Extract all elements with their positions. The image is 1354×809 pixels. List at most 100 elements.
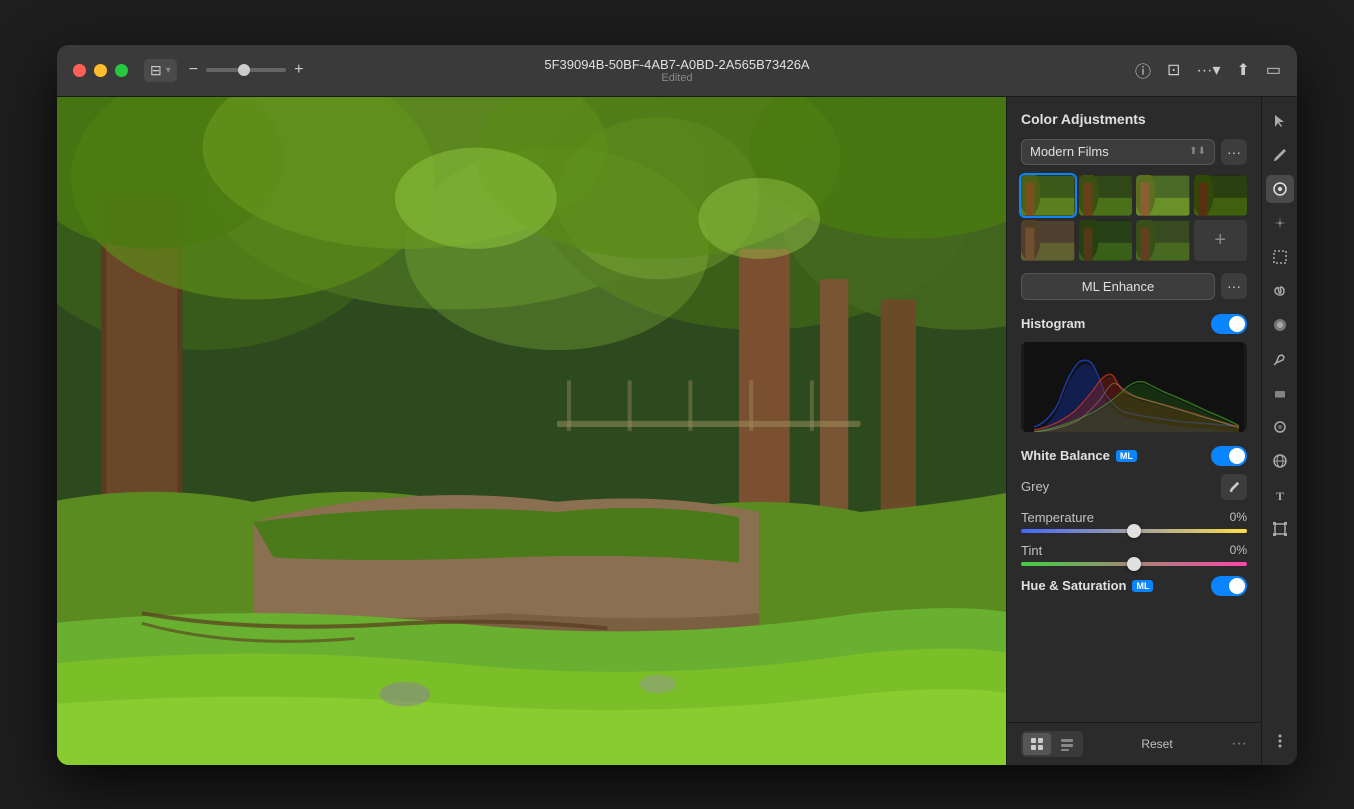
crop-icon[interactable]: ⊡: [1167, 60, 1180, 80]
preset-more-button[interactable]: ···: [1221, 139, 1247, 165]
white-balance-title-row: White Balance ML: [1021, 448, 1137, 463]
white-balance-header: White Balance ML: [1021, 446, 1247, 466]
grey-row: Grey: [1021, 474, 1247, 500]
tint-label: Tint: [1021, 543, 1042, 558]
grid-view-icon: [1030, 737, 1044, 751]
eyedropper-button[interactable]: [1221, 474, 1247, 500]
color-fill-tool[interactable]: [1266, 311, 1294, 339]
file-title: 5F39094B-50BF-4AB7-A0BD-2A565B73426A: [544, 57, 809, 72]
adjustments-panel: Color Adjustments Modern Films ⬆⬇ ···: [1006, 97, 1261, 765]
ml-enhance-more-button[interactable]: ···: [1221, 273, 1247, 299]
transform-tool[interactable]: [1266, 515, 1294, 543]
hue-sat-header: Hue & Saturation ML: [1021, 576, 1247, 596]
pen-tool[interactable]: [1266, 345, 1294, 373]
more-tools-button[interactable]: [1266, 727, 1294, 755]
grid-view-button[interactable]: [1023, 733, 1051, 755]
preset-dropdown[interactable]: Modern Films ⬆⬇: [1021, 139, 1215, 165]
grey-label: Grey: [1021, 479, 1049, 494]
svg-text:T: T: [1276, 489, 1284, 503]
zoom-controls: − +: [189, 61, 304, 79]
preset-thumb-5[interactable]: [1021, 220, 1075, 261]
tint-label-row: Tint 0%: [1021, 543, 1247, 558]
sidebar-right-icon[interactable]: ▭: [1266, 60, 1281, 80]
minimize-button[interactable]: [94, 64, 107, 77]
preset-thumb-1[interactable]: [1021, 175, 1075, 216]
more-actions-icon[interactable]: ···▾: [1196, 60, 1220, 80]
preset-add-button[interactable]: +: [1194, 220, 1248, 261]
marquee-tool[interactable]: [1266, 243, 1294, 271]
hue-saturation-section: Hue & Saturation ML: [1021, 576, 1247, 596]
preset-thumb-4[interactable]: [1194, 175, 1248, 216]
adjustments-content: Color Adjustments Modern Films ⬆⬇ ···: [1007, 97, 1261, 722]
zoom-slider[interactable]: [206, 68, 286, 72]
cursor-tool[interactable]: [1266, 107, 1294, 135]
share-icon[interactable]: ⬆: [1236, 60, 1249, 80]
tint-track[interactable]: [1021, 562, 1247, 566]
temperature-value: 0%: [1230, 510, 1247, 524]
preset-thumb-2[interactable]: [1079, 175, 1133, 216]
zoom-in-button[interactable]: +: [294, 61, 303, 79]
histogram-container: [1021, 342, 1247, 432]
photo-area: [57, 97, 1006, 765]
eraser-tool[interactable]: [1266, 379, 1294, 407]
hue-sat-left: Hue & Saturation ML: [1021, 578, 1153, 593]
white-balance-title: White Balance: [1021, 448, 1110, 463]
histogram-title: Histogram: [1021, 316, 1085, 331]
close-button[interactable]: [73, 64, 86, 77]
temperature-track[interactable]: [1021, 529, 1247, 533]
tint-row: Tint 0%: [1021, 543, 1247, 566]
panel-bottom: Reset ···: [1007, 722, 1261, 765]
tint-value: 0%: [1230, 543, 1247, 557]
main-content: Color Adjustments Modern Films ⬆⬇ ···: [57, 97, 1297, 765]
preset-thumb-6[interactable]: [1079, 220, 1133, 261]
fullscreen-button[interactable]: [115, 64, 128, 77]
list-view-button[interactable]: [1053, 733, 1081, 755]
white-balance-toggle[interactable]: [1211, 446, 1247, 466]
photo-canvas: [57, 97, 1006, 765]
panel-title: Color Adjustments: [1021, 111, 1247, 127]
file-subtitle: Edited: [544, 72, 809, 84]
temperature-row: Temperature 0%: [1021, 510, 1247, 533]
chevron-down-icon: ▾: [166, 65, 171, 76]
temperature-label: Temperature: [1021, 510, 1094, 525]
hue-sat-title: Hue & Saturation: [1021, 578, 1126, 593]
preset-selected-label: Modern Films: [1030, 144, 1109, 159]
histogram-graph: [1021, 342, 1247, 432]
text-tool[interactable]: T: [1266, 481, 1294, 509]
histogram-section: Histogram: [1021, 314, 1247, 432]
circle-tool[interactable]: [1266, 175, 1294, 203]
eyedropper-icon: [1228, 480, 1241, 493]
temperature-label-row: Temperature 0%: [1021, 510, 1247, 525]
info-icon[interactable]: ⓘ: [1135, 58, 1151, 82]
lasso-tool[interactable]: [1266, 277, 1294, 305]
tint-thumb[interactable]: [1127, 557, 1141, 571]
white-balance-ml-badge: ML: [1116, 450, 1137, 462]
preset-thumb-7[interactable]: [1136, 220, 1190, 261]
sparkle-tool[interactable]: [1266, 209, 1294, 237]
preset-thumb-3[interactable]: [1136, 175, 1190, 216]
zoom-out-button[interactable]: −: [189, 61, 198, 79]
list-view-icon: [1060, 737, 1074, 751]
titlebar-right: ⓘ ⊡ ···▾ ⬆ ▭: [1135, 58, 1281, 82]
titlebar-center: 5F39094B-50BF-4AB7-A0BD-2A565B73426A Edi…: [544, 57, 809, 84]
hue-sat-ml-badge: ML: [1132, 580, 1153, 592]
preset-selector: Modern Films ⬆⬇ ···: [1021, 139, 1247, 165]
titlebar: ⊟ ▾ − + 5F39094B-50BF-4AB7-A0BD-2A565B73…: [57, 45, 1297, 97]
globe-tool[interactable]: [1266, 447, 1294, 475]
right-toolbar: T: [1261, 97, 1297, 765]
sidebar-toggle[interactable]: ⊟ ▾: [144, 59, 177, 82]
more-options-button[interactable]: ···: [1231, 735, 1247, 753]
hue-sat-toggle[interactable]: [1211, 576, 1247, 596]
traffic-lights: [73, 64, 128, 77]
app-window: ⊟ ▾ − + 5F39094B-50BF-4AB7-A0BD-2A565B73…: [57, 45, 1297, 765]
histogram-toggle[interactable]: [1211, 314, 1247, 334]
ml-enhance-button[interactable]: ML Enhance: [1021, 273, 1215, 300]
white-balance-section: White Balance ML Grey: [1021, 446, 1247, 566]
brush-tool[interactable]: [1266, 141, 1294, 169]
temperature-thumb[interactable]: [1127, 524, 1141, 538]
histogram-header: Histogram: [1021, 314, 1247, 334]
view-toggle: [1021, 731, 1083, 757]
dropdown-arrow-icon: ⬆⬇: [1189, 146, 1206, 157]
smudge-tool[interactable]: [1266, 413, 1294, 441]
reset-button[interactable]: Reset: [1133, 733, 1180, 755]
